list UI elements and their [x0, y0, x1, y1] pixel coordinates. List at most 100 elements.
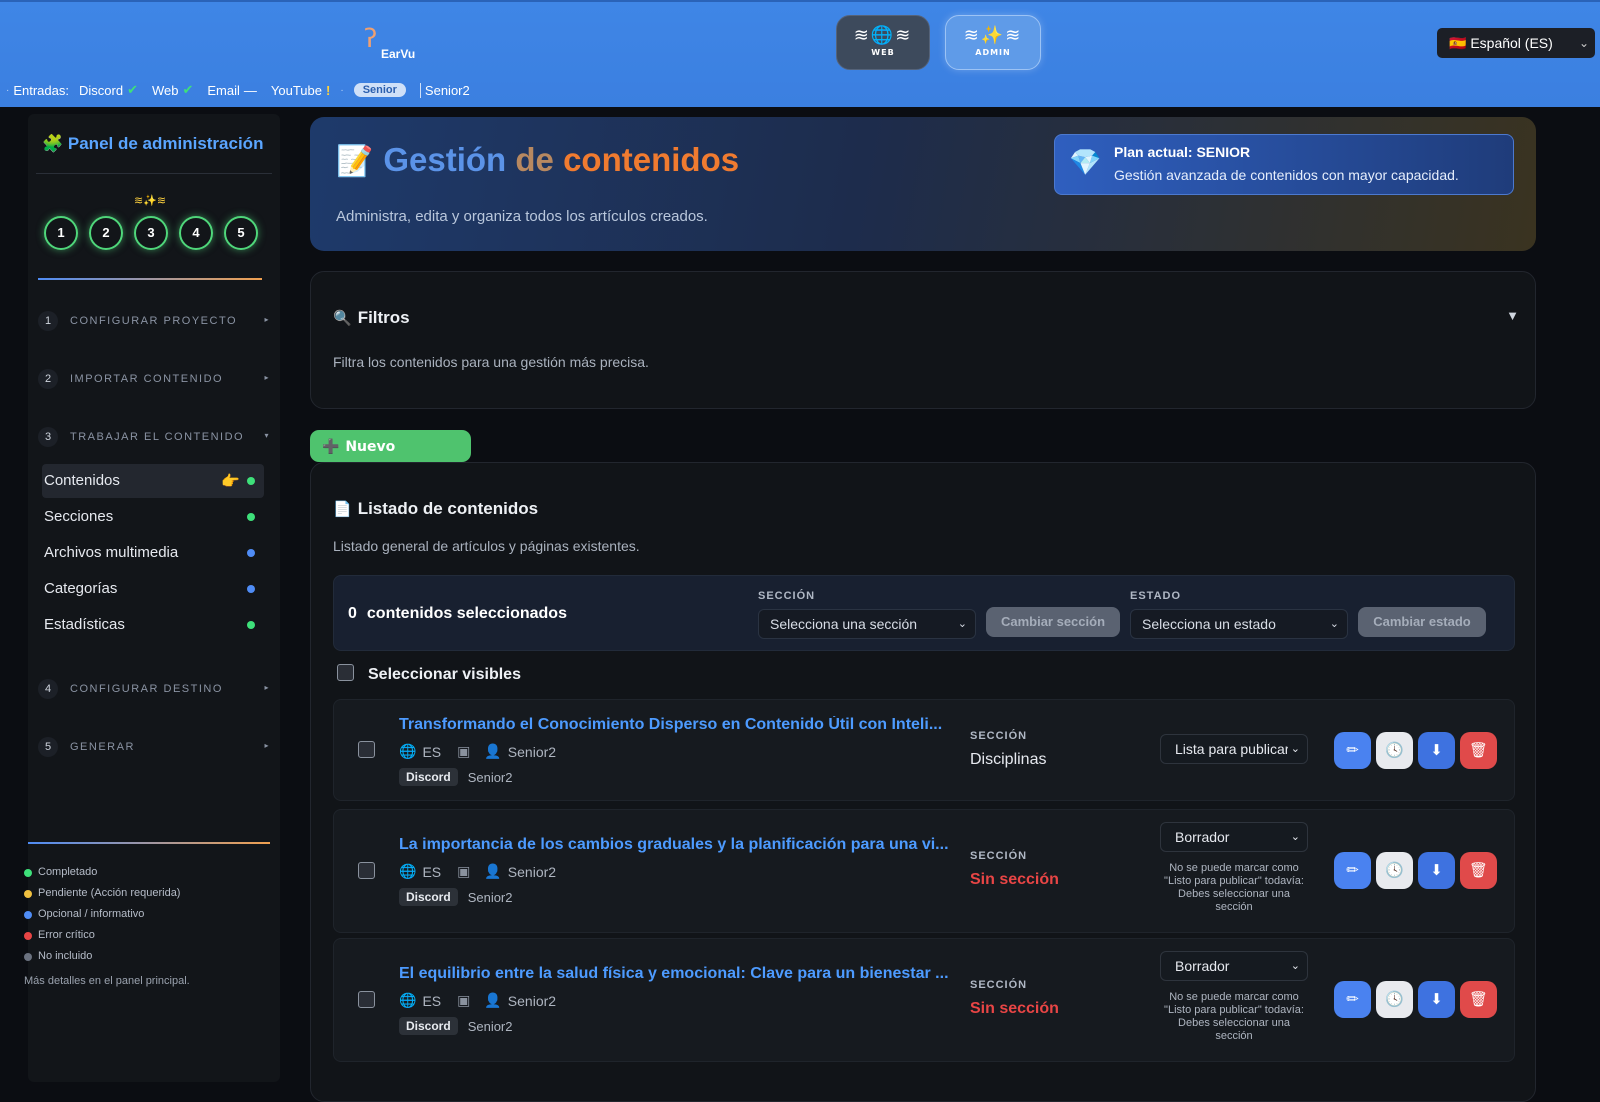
step-5[interactable]: 5	[224, 216, 258, 250]
divider	[419, 82, 421, 98]
legend-item: Completado	[24, 866, 190, 887]
page-scrollbar[interactable]	[1590, 107, 1600, 1082]
content-title-link[interactable]: El equilibrio entre la salud física y em…	[399, 965, 959, 983]
download-button[interactable]: ⬇	[1418, 852, 1455, 889]
divider	[38, 278, 262, 280]
content-title-link[interactable]: La importancia de los cambios graduales …	[399, 836, 959, 854]
step-4[interactable]: 4	[179, 216, 213, 250]
sidebar-item-contenidos[interactable]: Contenidos 👉	[42, 464, 264, 498]
dash-icon: —	[243, 82, 257, 98]
input-email: Email	[207, 82, 240, 98]
select-visible-checkbox[interactable]	[337, 664, 354, 682]
filters-header[interactable]: 🔍 Filtros	[333, 308, 410, 328]
delete-button[interactable]: 🗑	[1460, 732, 1497, 769]
sidebar-item-categorias[interactable]: Categorías	[42, 572, 264, 606]
status-dot	[247, 513, 255, 521]
select-visible[interactable]: Seleccionar visibles	[337, 664, 521, 684]
status-dot	[24, 932, 32, 940]
language-code: ES	[422, 993, 442, 1009]
mode-web-button[interactable]: ≋🌐≋ WEB	[836, 15, 930, 70]
phase-number: 1	[38, 311, 58, 331]
row-checkbox[interactable]	[358, 991, 375, 1008]
sidebar-item-label: Secciones	[44, 508, 114, 525]
language-select[interactable]: 🇪🇸 Español (ES) ⌄	[1437, 28, 1595, 58]
row-state-select[interactable]: Lista para publicar ⌄	[1160, 734, 1308, 764]
pencil-icon: ✏	[1346, 741, 1359, 759]
sidebar-item-estadisticas[interactable]: Estadísticas	[42, 608, 264, 642]
app-logo[interactable]: ʔ EarVu	[364, 22, 424, 62]
step-indicator: 1 2 3 4 5	[44, 216, 269, 250]
status-dot	[247, 477, 255, 485]
chevron-down-icon: ⌄	[1287, 823, 1300, 851]
plus-icon: ➕	[322, 439, 340, 455]
bulk-state-select[interactable]: Selecciona un estado ⌄	[1130, 609, 1348, 639]
source-badge: Discord	[399, 768, 458, 786]
phase-label: GENERAR	[70, 741, 135, 753]
download-icon: ⬇	[1430, 990, 1443, 1008]
new-content-button[interactable]: ➕ Nuevo contenido	[310, 430, 471, 488]
user-icon: 👤	[484, 993, 502, 1009]
status-legend: Completado Pendiente (Acción requerida) …	[24, 866, 190, 996]
chevron-right-icon: ▸	[264, 683, 270, 692]
selected-count: 0 contenidos seleccionados	[348, 605, 567, 622]
top-bar: ʔ EarVu ≋🌐≋ WEB ≋✨≋ ADMIN 🇪🇸 Español (ES…	[0, 0, 1600, 107]
filters-toggle[interactable]: ▼	[1506, 308, 1519, 323]
source-user: Senior2	[467, 889, 513, 905]
check-icon: ✔	[182, 82, 194, 97]
download-button[interactable]: ⬇	[1418, 732, 1455, 769]
row-checkbox[interactable]	[358, 862, 375, 879]
step-1[interactable]: 1	[44, 216, 78, 250]
content-title-link[interactable]: Transformando el Conocimiento Disperso e…	[399, 716, 959, 734]
source-badge: Discord	[399, 888, 458, 906]
content-meta: 🌐 ES ▣ 👤 Senior2	[399, 744, 556, 760]
user-icon: 👤	[484, 864, 502, 880]
inputs-label: Entradas:	[13, 82, 69, 98]
trash-icon: 🗑	[1468, 990, 1489, 1008]
section-value: Sin sección	[970, 1000, 1059, 1017]
step-2[interactable]: 2	[89, 216, 123, 250]
change-state-button[interactable]: Cambiar estado	[1358, 607, 1486, 637]
memo-icon: 📝	[336, 144, 374, 179]
content-source: Discord Senior2	[399, 888, 513, 906]
input-youtube: YouTube	[270, 82, 322, 98]
delete-button[interactable]: 🗑	[1460, 981, 1497, 1018]
phase-configurar-destino[interactable]: 4 CONFIGURAR DESTINO ▸	[38, 679, 270, 701]
status-dot	[24, 869, 32, 877]
status-dot	[24, 890, 32, 898]
user-icon: 👤	[484, 744, 502, 760]
row-checkbox[interactable]	[358, 741, 375, 758]
phase-trabajar-contenido[interactable]: 3 TRABAJAR EL CONTENIDO ▾	[38, 427, 270, 449]
edit-button[interactable]: ✏	[1334, 981, 1371, 1018]
change-section-button[interactable]: Cambiar sección	[986, 607, 1120, 637]
history-button[interactable]: 🕓	[1376, 981, 1413, 1018]
sidebar-item-label: Contenidos	[44, 472, 120, 489]
history-button[interactable]: 🕓	[1376, 852, 1413, 889]
phase-generar[interactable]: 5 GENERAR ▸	[38, 737, 270, 759]
row-state-select[interactable]: Borrador ⌄	[1160, 951, 1308, 981]
chevron-down-icon: ⌄	[1287, 952, 1300, 980]
mode-admin-button[interactable]: ≋✨≋ ADMIN	[945, 15, 1041, 70]
phase-configurar-proyecto[interactable]: 1 CONFIGURAR PROYECTO ▸	[38, 311, 270, 333]
phase-importar-contenido[interactable]: 2 IMPORTAR CONTENIDO ▸	[38, 369, 270, 391]
language-code: ES	[422, 864, 442, 880]
sidebar-item-archivos-multimedia[interactable]: Archivos multimedia	[42, 536, 264, 570]
legend-item: Error crítico	[24, 929, 190, 950]
sidebar-item-label: Archivos multimedia	[44, 544, 179, 561]
download-button[interactable]: ⬇	[1418, 981, 1455, 1018]
clock-icon: 🕓	[1385, 861, 1404, 879]
plan-description: Gestión avanzada de contenidos con mayor…	[1114, 167, 1459, 183]
sidebar-item-secciones[interactable]: Secciones	[42, 500, 264, 534]
pointing-hand-icon: 👉	[221, 472, 240, 490]
history-button[interactable]: 🕓	[1376, 732, 1413, 769]
state-warning: No se puede marcar como "Listo para publ…	[1164, 991, 1304, 1042]
row-state-select[interactable]: Borrador ⌄	[1160, 822, 1308, 852]
delete-button[interactable]: 🗑	[1460, 852, 1497, 889]
edit-button[interactable]: ✏	[1334, 852, 1371, 889]
status-dot	[247, 549, 255, 557]
edit-button[interactable]: ✏	[1334, 732, 1371, 769]
content-row: El equilibrio entre la salud física y em…	[333, 938, 1515, 1062]
bulk-section-select[interactable]: Selecciona una sección ⌄	[758, 609, 976, 639]
language-value: 🇪🇸 Español (ES)	[1449, 35, 1553, 51]
legend-note: Más detalles en el panel principal.	[24, 975, 190, 987]
step-3[interactable]: 3	[134, 216, 168, 250]
